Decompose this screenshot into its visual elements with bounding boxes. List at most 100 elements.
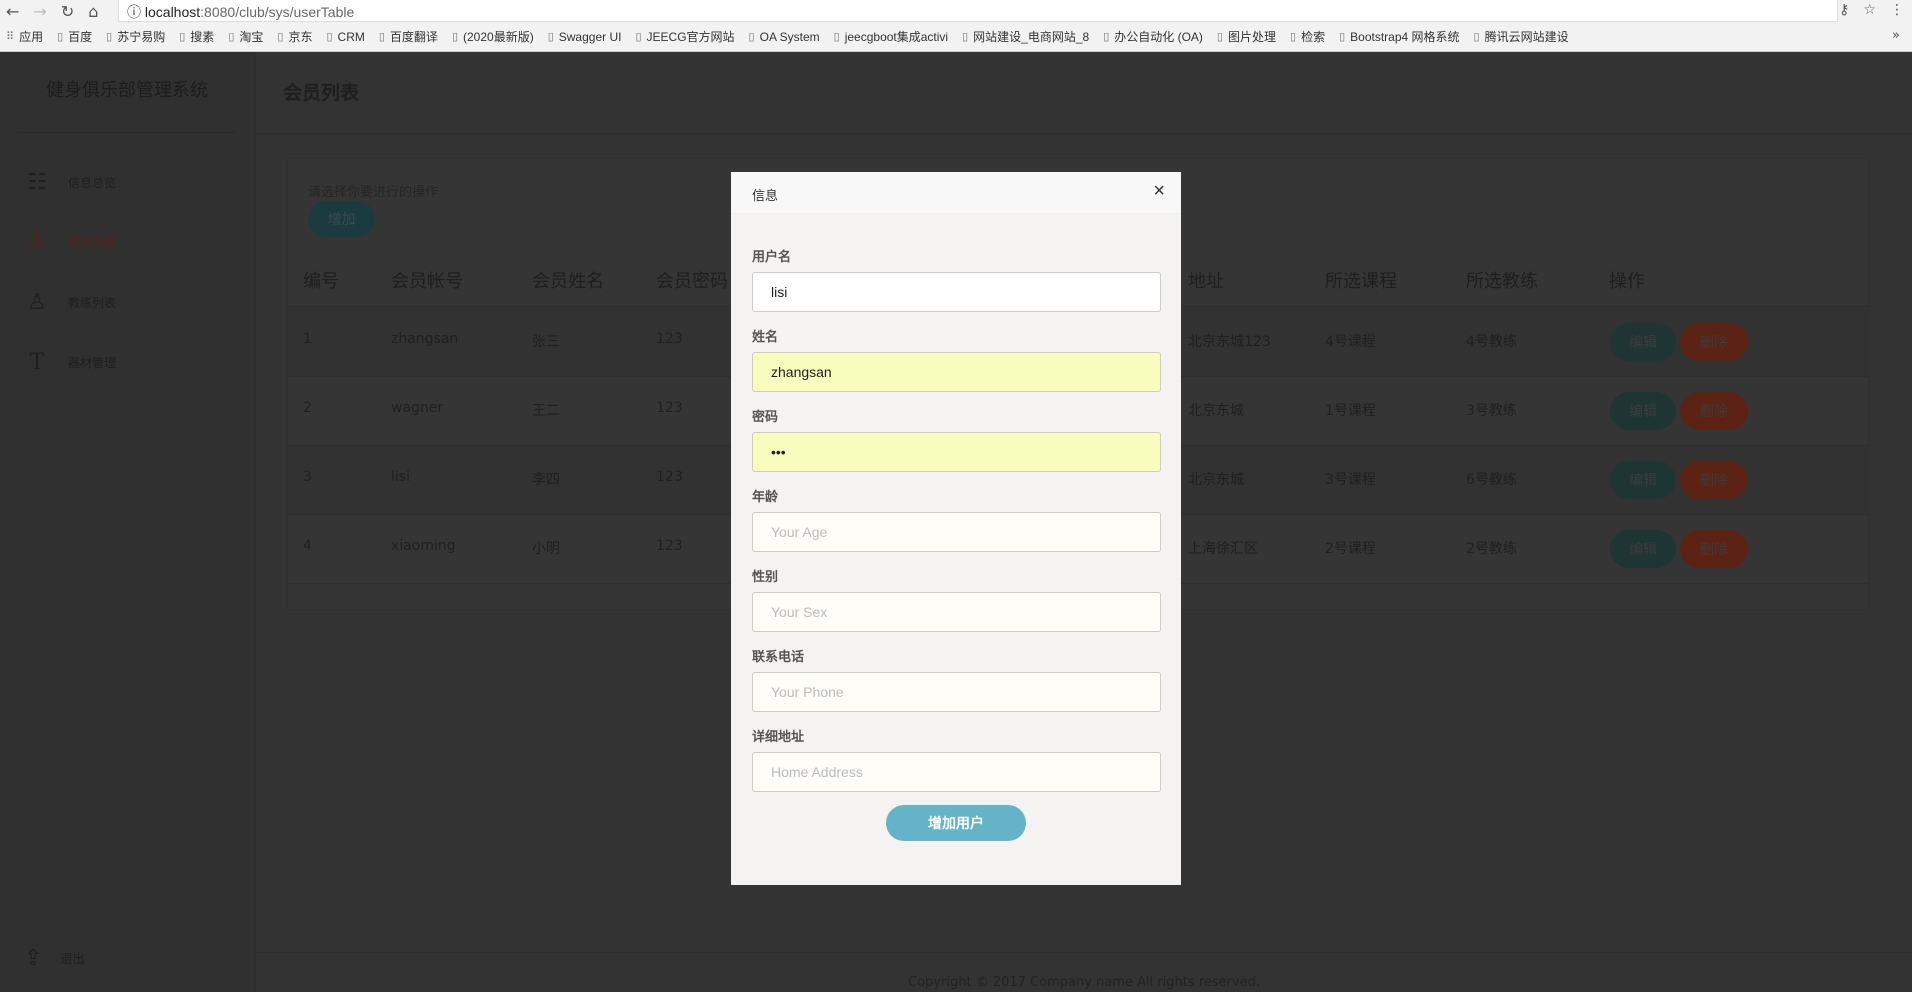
bookmark-item[interactable]: ▯ 办公自动化 (OA) xyxy=(1103,28,1203,45)
bookmark-item[interactable]: ▯ 百度翻译 xyxy=(379,28,438,45)
sex-field-group: 性别 xyxy=(752,566,1161,632)
page-icon: ▯ xyxy=(378,31,385,43)
bookmark-item[interactable]: ▯ 搜素 xyxy=(179,28,214,45)
name-field[interactable] xyxy=(752,352,1161,392)
bookmark-item[interactable]: ▯ 图片处理 xyxy=(1217,28,1276,45)
bookmark-label: 百度翻译 xyxy=(389,30,438,44)
key-icon[interactable]: ⚷ xyxy=(1839,2,1849,18)
table-cell: xiaoming xyxy=(391,538,456,554)
add-user-submit-button[interactable]: 增加用户 xyxy=(886,805,1026,841)
dialog-title: 信息 xyxy=(752,189,779,204)
bookmark-label: 应用 xyxy=(19,30,44,44)
edit-button[interactable]: 编辑 xyxy=(1610,530,1676,568)
bookmark-label: 京东 xyxy=(288,30,313,44)
bookmark-item[interactable]: ▯ 京东 xyxy=(277,28,312,45)
page-icon: ▯ xyxy=(748,31,755,43)
add-user-dialog: 信息 × 用户名姓名密码年龄性别联系电话详细地址 增加用户 xyxy=(731,172,1181,885)
table-cell: 123 xyxy=(656,469,683,485)
bookmark-item[interactable]: ▯ Swagger UI xyxy=(548,28,622,45)
star-icon[interactable]: ☆ xyxy=(1863,2,1876,18)
sidebar-item-members[interactable]: ♙ 会员列表 xyxy=(24,228,116,254)
bookmark-item[interactable]: ▯ Bootstrap4 网格系统 xyxy=(1339,28,1459,45)
password-field[interactable] xyxy=(752,432,1161,472)
reload-icon[interactable]: ↻ xyxy=(61,2,74,21)
delete-button[interactable]: 删除 xyxy=(1680,461,1748,499)
edit-button[interactable]: 编辑 xyxy=(1610,323,1676,361)
name-field-group: 姓名 xyxy=(752,326,1161,392)
table-cell: 2号课程 xyxy=(1325,541,1376,557)
table-cell: 小明 xyxy=(532,541,560,557)
user-icon: ♙ xyxy=(27,228,47,254)
field-label: 姓名 xyxy=(752,330,779,345)
bookmark-label: 搜素 xyxy=(190,30,215,44)
forward-icon[interactable]: → xyxy=(33,2,46,21)
page-icon: ▯ xyxy=(57,31,64,43)
age-field[interactable] xyxy=(752,512,1161,552)
brand-title: 健身俱乐部管理系统 xyxy=(18,76,236,133)
bookmark-label: 腾讯云网站建设 xyxy=(1484,30,1569,44)
sidebar-item-coaches[interactable]: ♙ 教练列表 xyxy=(24,289,116,315)
bookmark-label: 淘宝 xyxy=(239,30,264,44)
bookmark-item[interactable]: ▯ 腾讯云网站建设 xyxy=(1474,28,1569,45)
info-icon: ⓘ xyxy=(127,4,145,20)
menu-icon[interactable]: ⋮ xyxy=(1890,2,1904,18)
sidebar-item-overview[interactable]: ☷ 信息总览 xyxy=(24,169,116,195)
bookmark-item[interactable]: ▯ 检索 xyxy=(1290,28,1325,45)
bookmark-item[interactable]: ▯ (2020最新版) xyxy=(452,28,534,45)
bookmark-label: Bootstrap4 网格系统 xyxy=(1350,30,1460,44)
phone-field[interactable] xyxy=(752,672,1161,712)
bookmark-item[interactable]: ▯ 淘宝 xyxy=(228,28,263,45)
table-cell: 北京东城 xyxy=(1188,472,1244,488)
delete-button[interactable]: 删除 xyxy=(1680,323,1748,361)
bookmarks-more[interactable]: » xyxy=(1892,28,1900,43)
edit-button[interactable]: 编辑 xyxy=(1610,461,1676,499)
bookmark-item[interactable]: ▯ OA System xyxy=(749,28,820,45)
home-icon[interactable]: ⌂ xyxy=(88,2,98,21)
table-cell: lisi xyxy=(391,469,410,485)
bookmark-item[interactable]: ▯ 百度 xyxy=(57,28,92,45)
bookmark-item[interactable]: ▯ 网站建设_电商网站_8 xyxy=(962,28,1089,45)
field-label: 详细地址 xyxy=(752,730,805,745)
user-icon: ♙ xyxy=(27,289,47,315)
column-header: 会员密码 xyxy=(656,271,728,292)
table-cell: 4号教练 xyxy=(1466,334,1517,350)
table-cell: 2号教练 xyxy=(1466,541,1517,557)
bookmark-label: Swagger UI xyxy=(558,29,622,44)
logout-button[interactable]: ⇪ 退出 xyxy=(24,946,84,971)
column-header: 编号 xyxy=(303,271,339,292)
address-bar[interactable]: ⓘ localhost:8080/club/sys/userTable xyxy=(118,0,1838,22)
delete-button[interactable]: 删除 xyxy=(1680,530,1748,568)
sidebar-item-equipment[interactable]: T 器材管理 xyxy=(24,349,116,375)
page-icon: ▯ xyxy=(1339,31,1346,43)
table-cell: 2 xyxy=(303,400,312,416)
back-icon[interactable]: ← xyxy=(6,2,19,21)
table-cell: 123 xyxy=(656,400,683,416)
address-field[interactable] xyxy=(752,752,1161,792)
username-field[interactable] xyxy=(752,272,1161,312)
table-cell: wagner xyxy=(391,400,444,416)
bookmark-label: 图片处理 xyxy=(1227,30,1276,44)
bookmark-item[interactable]: ▯ JEECG官方网站 xyxy=(635,28,734,45)
page-icon: ▯ xyxy=(962,31,969,43)
column-header: 操作 xyxy=(1609,271,1645,292)
bookmark-item[interactable]: ▯ 苏宁易购 xyxy=(106,28,165,45)
page-icon: ▯ xyxy=(228,31,235,43)
field-label: 性别 xyxy=(752,570,779,585)
edit-button[interactable]: 编辑 xyxy=(1610,392,1676,430)
page-icon: ▯ xyxy=(833,31,840,43)
add-button[interactable]: 增加 xyxy=(308,201,375,237)
sex-field[interactable] xyxy=(752,592,1161,632)
delete-button[interactable]: 删除 xyxy=(1680,392,1748,430)
bookmark-item[interactable]: ▯ CRM xyxy=(326,28,364,45)
bookmark-label: CRM xyxy=(337,29,365,44)
sidebar: 健身俱乐部管理系统 ☷ 信息总览 ♙ 会员列表 ♙ 教练列表 T 器材管理 ⇪ 退出 xyxy=(0,52,256,992)
bookmark-item[interactable]: ▯ jeecgboot集成activi xyxy=(834,28,948,45)
text-icon: T xyxy=(29,349,45,375)
table-cell: 王二 xyxy=(532,403,560,419)
close-icon[interactable]: × xyxy=(1153,180,1165,203)
table-cell: 123 xyxy=(656,538,683,554)
apps-icon: ⠿ xyxy=(6,31,15,43)
bookmark-item[interactable]: ⠿ 应用 xyxy=(6,28,43,45)
table-cell: 上海徐汇区 xyxy=(1188,541,1258,557)
page-title: 会员列表 xyxy=(283,82,360,104)
